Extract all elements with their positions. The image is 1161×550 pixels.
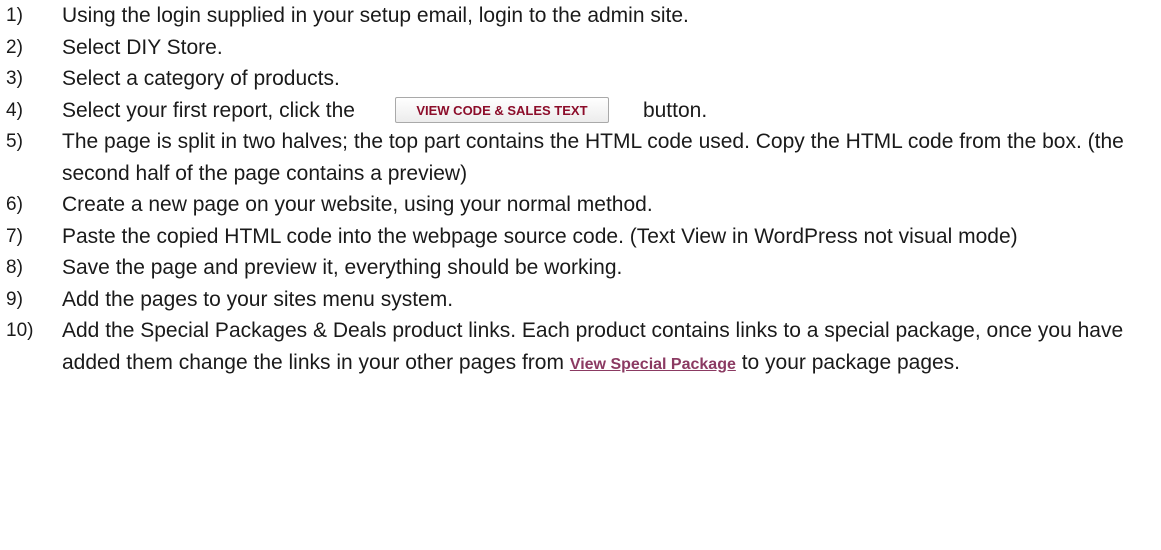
step-1: 1) Using the login supplied in your setu…	[0, 0, 1161, 32]
step-number: 6)	[6, 194, 23, 215]
step-number: 9)	[6, 288, 23, 310]
step-text-before: Select your first report, click the	[62, 98, 355, 122]
step-number: 5)	[6, 131, 23, 152]
step-text: Save the page and preview it, everything…	[62, 256, 623, 279]
step-2: 2) Select DIY Store.	[0, 32, 1161, 64]
step-number: 10)	[6, 320, 34, 341]
view-code-sales-text-button[interactable]: VIEW CODE & SALES TEXT	[394, 96, 609, 123]
step-number: 7)	[6, 225, 23, 247]
step-number: 2)	[6, 36, 23, 58]
step-7: 7) Paste the copied HTML code into the w…	[0, 221, 1161, 253]
step-number: 4)	[6, 99, 23, 121]
step-text: Add the pages to your sites menu system.	[62, 287, 454, 311]
step-text-after: button.	[642, 98, 708, 122]
step-text: Select DIY Store.	[62, 35, 223, 59]
step-10: 10) Add the Special Packages & Deals pro…	[0, 315, 1161, 380]
step-text-after: to your package pages.	[741, 350, 961, 374]
step-9: 9) Add the pages to your sites menu syst…	[0, 284, 1161, 316]
step-number: 3)	[6, 68, 23, 89]
step-text: Using the login supplied in your setup e…	[62, 4, 689, 27]
step-3: 3) Select a category of products.	[0, 63, 1161, 95]
step-8: 8) Save the page and preview it, everyth…	[0, 252, 1161, 284]
view-special-package-link[interactable]: View Special Package	[570, 356, 736, 373]
step-4: 4) Select your first report, click the VI…	[0, 95, 1161, 127]
step-text: Select a category of products.	[62, 67, 340, 90]
step-6: 6) Create a new page on your website, us…	[0, 189, 1161, 221]
step-text: Create a new page on your website, using…	[62, 193, 653, 216]
step-5: 5) The page is split in two halves; the …	[0, 126, 1161, 189]
step-text: Paste the copied HTML code into the webp…	[62, 224, 1018, 248]
instruction-document: 1) Using the login supplied in your setu…	[0, 0, 1161, 550]
step-text: The page is split in two halves; the top…	[62, 130, 1124, 185]
step-number: 8)	[6, 257, 23, 278]
step-number: 1)	[6, 5, 23, 26]
